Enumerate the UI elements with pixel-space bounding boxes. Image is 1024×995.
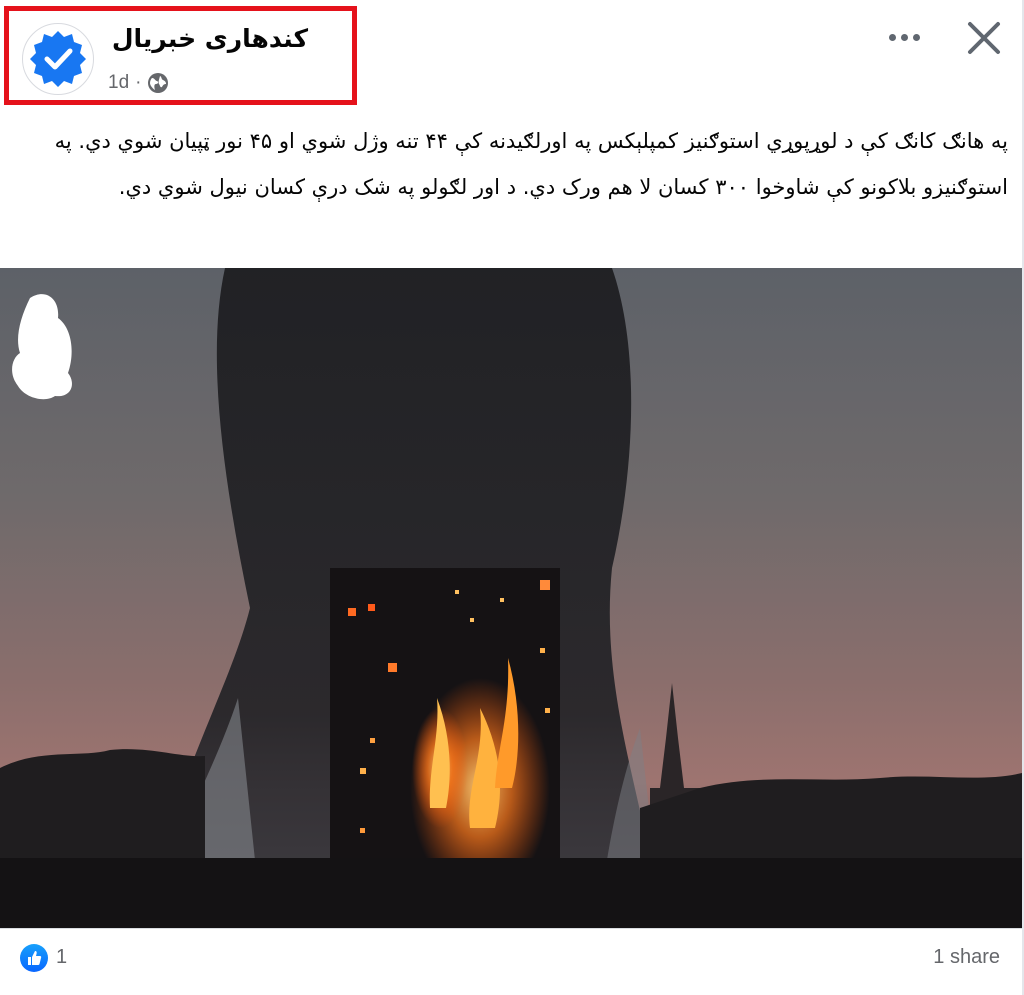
share-count[interactable]: 1 share: [933, 946, 1000, 969]
page-name[interactable]: کندهاری خبریال: [108, 24, 308, 60]
post-text: په هانګ کانګ کې د لوړپوړي استوګنیز کمپلې…: [54, 129, 1008, 199]
like-icon[interactable]: [20, 944, 48, 972]
verified-badge-icon: [30, 31, 86, 87]
more-options-icon[interactable]: [880, 20, 928, 54]
post-time[interactable]: 1d: [108, 72, 129, 94]
facebook-post-card: کندهاری خبریال 1d · په هانګ کانګ کې د لو…: [0, 0, 1024, 995]
close-icon[interactable]: [962, 16, 1006, 60]
reaction-count[interactable]: 1: [56, 946, 67, 969]
globe-icon[interactable]: [147, 72, 169, 94]
page-avatar[interactable]: [22, 23, 94, 95]
footer-divider: [0, 928, 1022, 929]
post-meta: 1d ·: [108, 70, 169, 96]
meta-separator: ·: [135, 72, 142, 93]
post-photo[interactable]: [0, 268, 1022, 928]
